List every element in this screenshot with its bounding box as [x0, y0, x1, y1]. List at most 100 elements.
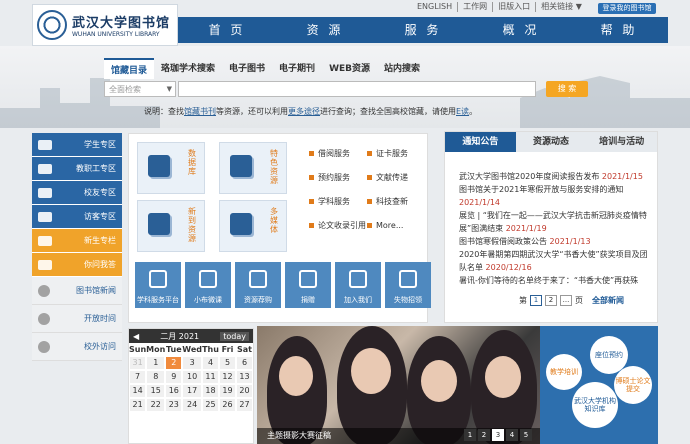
calendar-day[interactable]: 7	[130, 371, 146, 383]
page-2-button[interactable]: 2	[545, 295, 557, 306]
toplink-related-links[interactable]: 相关链接 ▼	[536, 2, 587, 12]
calendar-day[interactable]: 31	[130, 357, 146, 369]
calendar-day[interactable]: 1	[147, 357, 165, 369]
nav-services[interactable]: 服 务	[374, 17, 472, 43]
nav-help[interactable]: 帮 助	[570, 17, 668, 43]
news-item[interactable]: 展览 | “我们在一起——武汉大学抗击新冠肺炎疫情特展”图满结束 2021/1/…	[459, 209, 651, 235]
nav-resources[interactable]: 资 源	[276, 17, 374, 43]
toplink-old-version[interactable]: 旧版入口	[493, 2, 537, 12]
resource-tile-multimedia[interactable]: 多媒体	[219, 200, 287, 252]
calendar-day[interactable]: 18	[203, 385, 218, 397]
page-ellipsis[interactable]: ...	[560, 295, 572, 306]
service-reservation[interactable]: 预约服务	[309, 172, 367, 183]
all-news-link[interactable]: 全部新闻	[592, 295, 624, 306]
sidebar-item-freshmen[interactable]: 新生专栏	[32, 229, 122, 253]
service-more[interactable]: More...	[367, 221, 425, 230]
tile-join-us[interactable]: 加入我们	[335, 262, 381, 308]
search-input[interactable]	[178, 81, 536, 97]
calendar-day[interactable]: 14	[130, 385, 146, 397]
calendar-day[interactable]: 12	[220, 371, 235, 383]
news-item[interactable]: 武汉大学图书馆2020年度阅读报告发布 2021/1/15	[459, 170, 651, 183]
banner-dot-5[interactable]: 5	[520, 429, 532, 441]
calendar-day[interactable]: 16	[166, 385, 182, 397]
tab-ejournals[interactable]: 电子期刊	[272, 58, 322, 79]
library-logo[interactable]: 武汉大学图书馆 WUHAN UNIVERSITY LIBRARY	[32, 4, 178, 46]
calendar-day[interactable]: 6	[237, 357, 252, 369]
calendar-day[interactable]: 15	[147, 385, 165, 397]
service-novelty-search[interactable]: 科技查新	[367, 196, 425, 207]
service-card[interactable]: 证卡服务	[367, 148, 425, 159]
my-library-login-button[interactable]: 登录我的图书馆	[598, 3, 656, 14]
toplink-worknet[interactable]: 工作网	[458, 2, 494, 12]
promo-teaching-training[interactable]: 教学培训	[546, 354, 582, 390]
promo-institutional-repository[interactable]: 武汉大学机构知识库	[572, 382, 618, 428]
calendar-day[interactable]: 21	[130, 399, 146, 411]
tab-catalog[interactable]: 馆藏目录	[104, 58, 155, 79]
nav-overview[interactable]: 概 况	[472, 17, 570, 43]
sidebar-item-remote-access[interactable]: 校外访问	[32, 333, 122, 361]
service-citation[interactable]: 论文收录引用	[309, 220, 367, 231]
page-1-button[interactable]: 1	[530, 295, 542, 306]
tab-web-resources[interactable]: WEB资源	[322, 58, 377, 79]
calendar-day[interactable]: 9	[166, 371, 182, 383]
banner-photo[interactable]	[257, 326, 540, 444]
resource-tile-new[interactable]: 新到资源	[137, 200, 205, 252]
hint-link-holdings[interactable]: 馆藏书刊	[184, 107, 216, 116]
calendar-day[interactable]: 2	[166, 357, 182, 369]
calendar-day[interactable]: 5	[220, 357, 235, 369]
tile-recommend-purchase[interactable]: 资源荐购	[235, 262, 281, 308]
calendar-day[interactable]: 13	[237, 371, 252, 383]
service-document-delivery[interactable]: 文献传递	[367, 172, 425, 183]
sidebar-item-alumni[interactable]: 校友专区	[32, 181, 122, 205]
search-scope-select[interactable]: 全面检索 ▼	[104, 81, 176, 97]
service-subject[interactable]: 学科服务	[309, 196, 367, 207]
calendar-day[interactable]: 25	[203, 399, 218, 411]
banner-dot-4[interactable]: 4	[506, 429, 518, 441]
nav-home[interactable]: 首 页	[178, 17, 276, 43]
sidebar-item-news[interactable]: 图书馆新闻	[32, 277, 122, 305]
tile-donation[interactable]: 捐赠	[285, 262, 331, 308]
calendar-day[interactable]: 24	[183, 399, 201, 411]
calendar-day[interactable]: 20	[237, 385, 252, 397]
calendar-day[interactable]: 27	[237, 399, 252, 411]
tab-ebooks[interactable]: 电子图书	[222, 58, 272, 79]
tab-training[interactable]: 培训与活动	[586, 132, 657, 152]
tile-lost-found[interactable]: 失物招领	[385, 262, 431, 308]
calendar-day[interactable]: 8	[147, 371, 165, 383]
search-button[interactable]: 搜 索	[546, 81, 588, 97]
sidebar-item-faculty[interactable]: 教职工专区	[32, 157, 122, 181]
news-item[interactable]: 图书馆关于2021年寒假开放与服务安排的通知 2021/1/14	[459, 183, 651, 209]
sidebar-item-faq[interactable]: 你问我答	[32, 253, 122, 277]
news-item[interactable]: 2020年暑期第四期武汉大学“书香大使”获奖项目及团队名单 2020/12/16	[459, 248, 651, 274]
promo-thesis-submission[interactable]: 博硕士论文提交	[614, 366, 652, 404]
news-item[interactable]: 暑讯-你们等待的名单终于来了：“书香大使”再获殊	[459, 274, 651, 287]
calendar-day[interactable]: 19	[220, 385, 235, 397]
sidebar-item-students[interactable]: 学生专区	[32, 133, 122, 157]
service-borrowing[interactable]: 借阅服务	[309, 148, 367, 159]
tile-subject-platform[interactable]: 学科服务平台	[135, 262, 181, 308]
calendar-day[interactable]: 4	[203, 357, 218, 369]
calendar-day[interactable]: 11	[203, 371, 218, 383]
tab-notices[interactable]: 通知公告	[445, 132, 516, 152]
tab-site-search[interactable]: 站内搜索	[377, 58, 427, 79]
calendar-day[interactable]: 3	[183, 357, 201, 369]
banner-dot-1[interactable]: 1	[464, 429, 476, 441]
banner-dot-3[interactable]: 3	[492, 429, 504, 441]
calendar-day[interactable]: 23	[166, 399, 182, 411]
hint-link-more-ways[interactable]: 更多途径	[288, 107, 320, 116]
resource-tile-special[interactable]: 特色资源	[219, 142, 287, 194]
hint-link-eread[interactable]: E读	[456, 107, 469, 116]
sidebar-item-visitors[interactable]: 访客专区	[32, 205, 122, 229]
sidebar-item-hours[interactable]: 开放时间	[32, 305, 122, 333]
banner-dot-2[interactable]: 2	[478, 429, 490, 441]
tab-resource-news[interactable]: 资源动态	[516, 132, 587, 152]
resource-tile-database[interactable]: 数据库	[137, 142, 205, 194]
today-button[interactable]: today	[220, 331, 249, 341]
calendar-day[interactable]: 10	[183, 371, 201, 383]
calendar-day[interactable]: 22	[147, 399, 165, 411]
tile-micro-course[interactable]: 小布微课	[185, 262, 231, 308]
toplink-english[interactable]: ENGLISH	[412, 2, 459, 12]
calendar-day[interactable]: 17	[183, 385, 201, 397]
news-item[interactable]: 图书馆寒假借阅政策公告 2021/1/13	[459, 235, 651, 248]
tab-luojia-search[interactable]: 珞珈学术搜索	[154, 58, 222, 79]
